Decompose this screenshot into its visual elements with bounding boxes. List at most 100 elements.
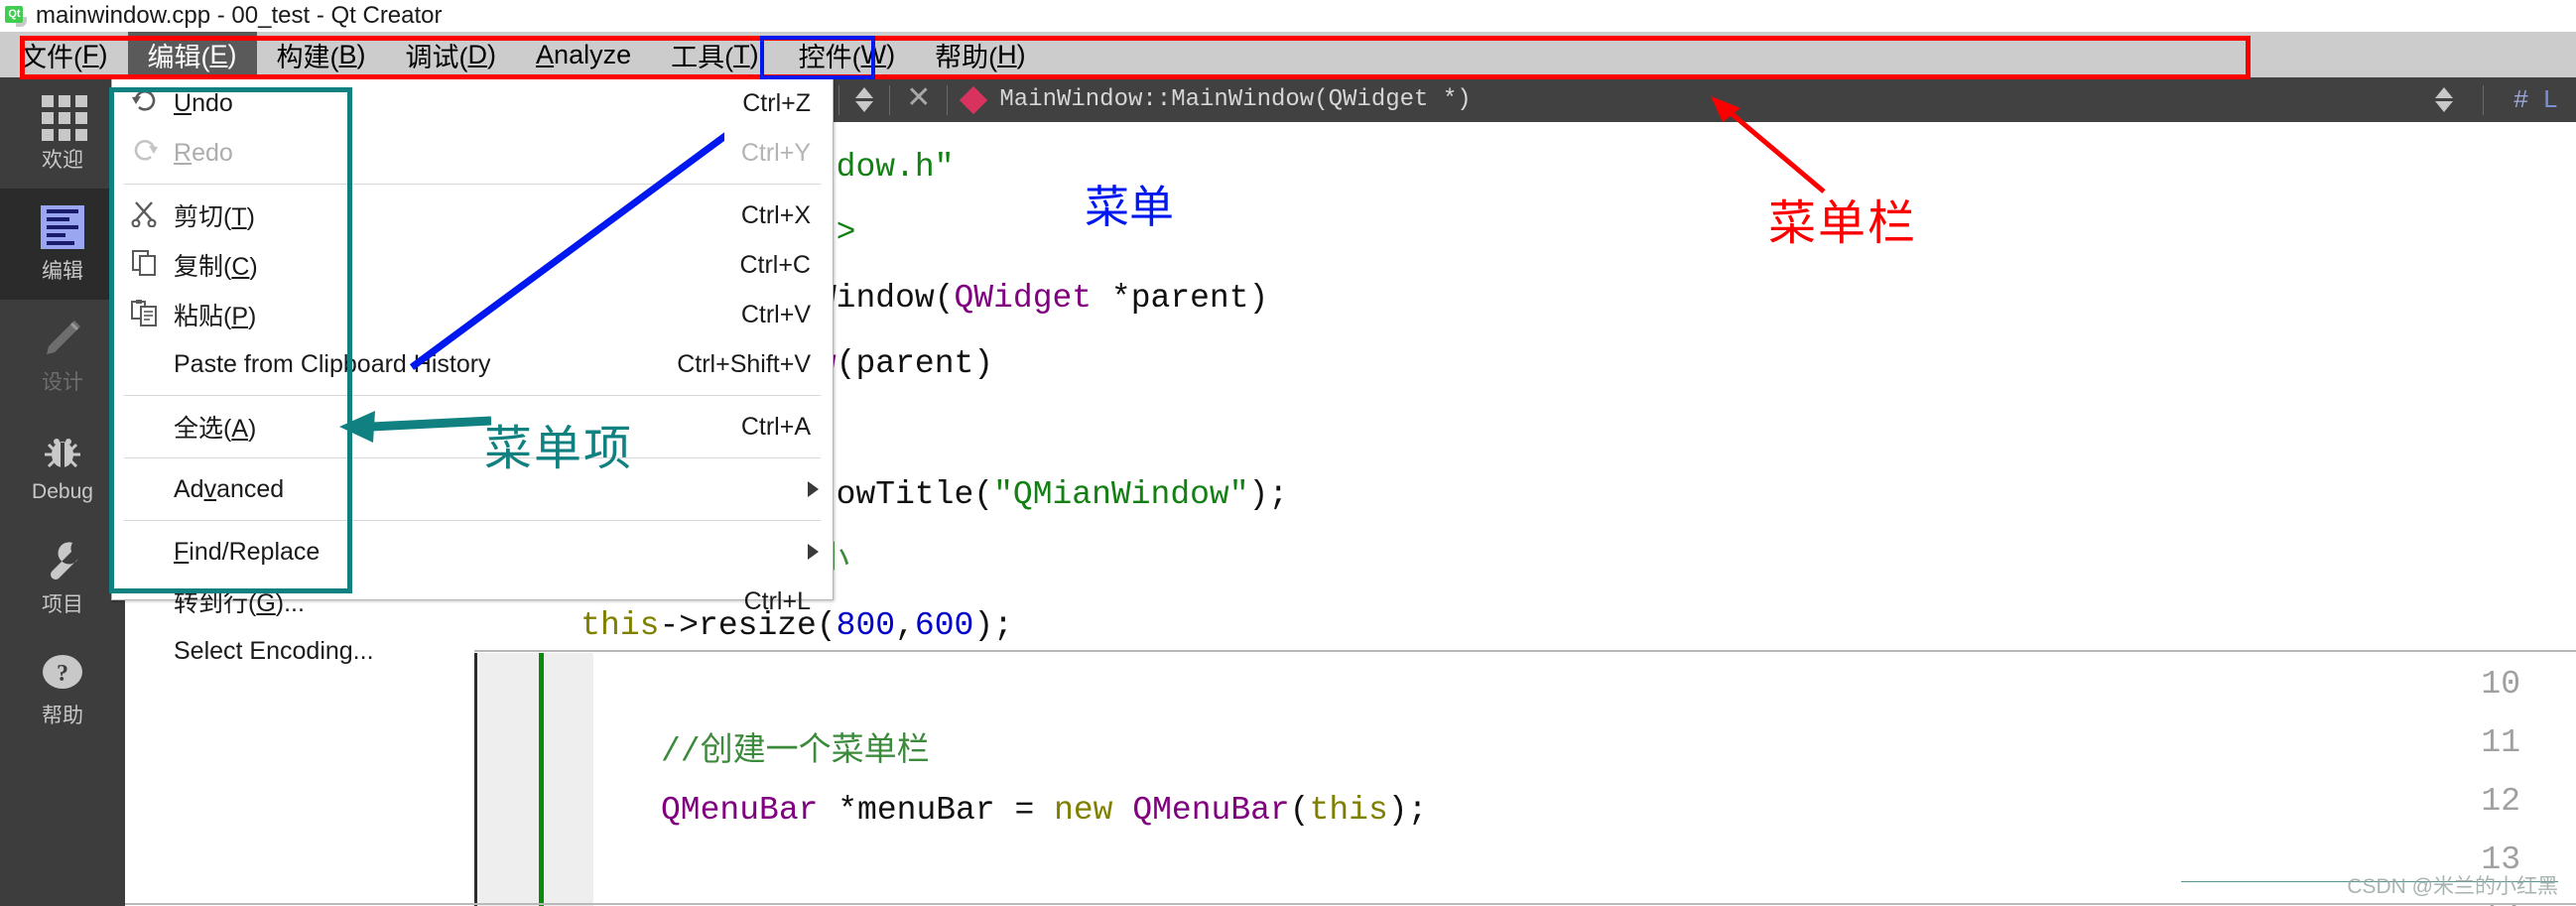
code-token: ); — [1387, 792, 1428, 829]
menu-item-label: 转到行(G)... — [174, 589, 305, 617]
qt-logo-text: Qt — [8, 8, 21, 20]
code-line: //创建一个菜单栏 — [661, 724, 930, 779]
menu-item-label: Select Encoding... — [174, 636, 374, 665]
toolbar-divider-3 — [947, 84, 949, 115]
no-icon — [130, 411, 174, 443]
menu-separator — [124, 520, 821, 521]
code-line: //将菜单栏添加到主窗口中 — [661, 900, 1061, 906]
menu-item-11[interactable]: Advanced — [112, 464, 833, 514]
menu-label-suffix: ) — [886, 39, 896, 69]
menu-help[interactable]: 帮助(H) — [915, 32, 1046, 77]
bug-icon — [39, 429, 86, 476]
annotation-menubar-label: 菜单栏 — [1768, 197, 1918, 250]
submenu-arrow-icon — [808, 481, 819, 497]
menu-item-shortcut: Ctrl+Y — [740, 138, 811, 167]
menu-separator — [124, 457, 821, 458]
menu-label: 编辑( — [147, 42, 210, 72]
code-token: (parent) — [836, 345, 994, 382]
menu-label-suffix: ) — [227, 39, 237, 69]
menu-mnemonic: T — [733, 39, 750, 69]
menu-label-suffix: ) — [749, 39, 759, 69]
close-document-icon[interactable]: ✕ — [906, 85, 931, 115]
toolbar-divider-4 — [2482, 84, 2484, 115]
line-number: 10 — [2481, 666, 2520, 703]
menu-item-shortcut: Ctrl+L — [743, 586, 811, 615]
menu-label-suffix: ) — [1016, 39, 1026, 69]
menu-widgets[interactable]: 控件(W) — [779, 32, 915, 77]
toolbar-divider-2 — [889, 84, 891, 115]
code-token: QMenuBar — [1132, 792, 1290, 829]
sidebar-item-3[interactable]: 设计 — [0, 300, 125, 411]
code-token: *parent) — [1092, 280, 1269, 317]
no-icon — [130, 473, 174, 505]
menu-label: 调试( — [405, 42, 468, 72]
line-col-indicator: L — [2542, 84, 2558, 115]
menu-item-14[interactable]: 转到行(G)... Ctrl+L — [112, 577, 833, 626]
menu-item-13[interactable]: Find/Replace — [112, 527, 833, 577]
line-number: 11 — [2481, 724, 2520, 761]
symbol-marker-icon — [960, 85, 988, 114]
symbol-updown-icon[interactable] — [2434, 87, 2453, 112]
file-selector-updown-icon[interactable] — [855, 87, 874, 112]
svg-text:?: ? — [57, 661, 68, 687]
activity-sidebar: 欢迎 编辑 设计 Debug 项目? 帮助 — [0, 77, 125, 906]
sidebar-item-label: 项目 — [42, 593, 83, 616]
line-number-icon[interactable]: # — [2513, 85, 2529, 115]
title-bar: Qt mainwindow.cpp - 00_test - Qt Creator — [0, 0, 2576, 32]
sidebar-item-5[interactable]: 项目 — [0, 522, 125, 633]
menu-label-suffix: ) — [356, 39, 366, 69]
grid-icon — [39, 92, 87, 141]
watermark: CSDN @米兰的小红黑 — [2347, 875, 2558, 898]
annotation-teal-arrow — [339, 411, 492, 443]
sidebar-item-label: 帮助 — [42, 705, 83, 727]
code-token: ( — [1289, 792, 1310, 829]
sidebar-item-2[interactable]: 编辑 — [0, 189, 125, 300]
sidebar-item-6[interactable]: ? 帮助 — [0, 633, 125, 744]
edit-icon — [39, 203, 86, 251]
menu-item-shortcut: Ctrl+V — [740, 300, 811, 328]
code-line: QMenuBar *menuBar = new QMenuBar(this); — [661, 783, 1427, 838]
code-token: "QMianWindow" — [993, 476, 1249, 513]
menu-label: 帮助( — [935, 42, 998, 72]
menu-mnemonic: F — [82, 39, 99, 69]
line-number: 12 — [2481, 783, 2520, 820]
menu-mnemonic: H — [997, 39, 1017, 69]
annotation-menuitem-label: 菜单项 — [484, 423, 634, 475]
sidebar-item-label: 编辑 — [42, 260, 83, 283]
menu-item-label: Advanced — [174, 474, 285, 503]
modified-lines-marker — [539, 653, 544, 906]
no-icon — [130, 536, 174, 568]
question-icon: ? — [39, 648, 86, 696]
sidebar-item-label: 欢迎 — [42, 149, 83, 172]
menu-mnemonic: A — [536, 39, 555, 69]
code-token: QMenuBar — [661, 792, 819, 829]
code-token: this — [1309, 792, 1388, 829]
menu-item-label: 全选(A) — [174, 415, 257, 443]
menu-item-shortcut: Ctrl+A — [740, 412, 811, 441]
menu-mnemonic: D — [467, 39, 488, 69]
sidebar-item-label: Debug — [32, 480, 93, 503]
menu-label-suffix: ) — [487, 39, 497, 69]
menu-label: 工具( — [671, 42, 734, 72]
menu-item-15[interactable]: Select Encoding... — [112, 626, 833, 676]
toolbar-divider-1 — [838, 84, 840, 115]
code-token: ); — [973, 607, 1013, 644]
menu-label: 构建( — [276, 42, 339, 72]
sidebar-item-label: 设计 — [42, 371, 83, 394]
qt-logo-icon: Qt — [4, 4, 28, 28]
wrench-icon — [39, 537, 86, 584]
menu-mnemonic: E — [209, 39, 228, 69]
menu-item-label: Find/Replace — [174, 537, 321, 566]
pencil-icon — [39, 315, 86, 362]
sidebar-item-4[interactable]: Debug — [0, 411, 125, 522]
code-token: QWidget — [954, 280, 1093, 317]
sidebar-item-1[interactable]: 欢迎 — [0, 77, 125, 189]
window-title: mainwindow.cpp - 00_test - Qt Creator — [36, 2, 443, 29]
annotation-blue-arrow — [409, 132, 724, 370]
symbol-combobox[interactable]: MainWindow::MainWindow(QWidget *) — [999, 86, 1471, 113]
code-token: //创建一个菜单栏 — [661, 733, 930, 770]
no-icon — [130, 635, 174, 667]
code-separator-bottom — [125, 903, 2576, 905]
menu-label-suffix: ) — [98, 39, 108, 69]
